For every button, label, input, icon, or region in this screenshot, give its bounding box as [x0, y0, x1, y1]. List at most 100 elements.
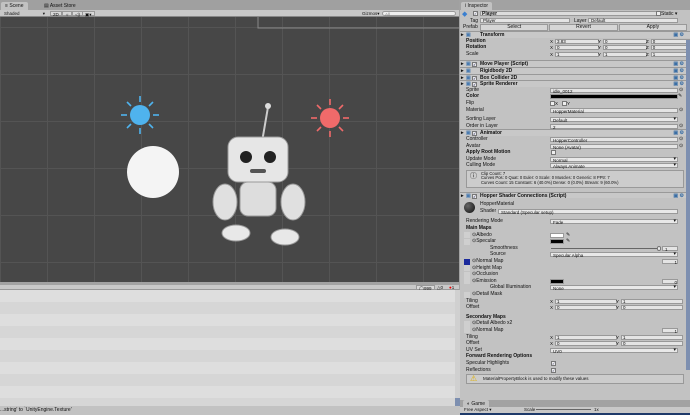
- numeric-value[interactable]: 1: [662, 259, 678, 265]
- field-value-order-in-layer[interactable]: 2: [550, 123, 678, 130]
- axis-y-field[interactable]: Y1: [598, 51, 648, 57]
- x-value[interactable]: 0: [555, 45, 600, 51]
- x-value[interactable]: 1: [555, 334, 618, 340]
- x-value[interactable]: 0: [555, 341, 618, 347]
- component-header-hopper-shader-connections-script[interactable]: ▸ ▣ ✓ Hopper Shader Connections (Script) ▣ ⚙: [460, 191, 690, 200]
- field-value-albedo[interactable]: [550, 232, 564, 238]
- axis-y-field[interactable]: Y0: [598, 45, 648, 51]
- x-value[interactable]: 3.83: [555, 38, 600, 44]
- scale-slider[interactable]: [536, 409, 591, 410]
- eyedropper-icon[interactable]: ✎: [566, 232, 570, 239]
- field-value-sprite[interactable]: idle_0012: [550, 87, 678, 94]
- z-value[interactable]: 1: [650, 51, 690, 57]
- numeric-value[interactable]: 1: [662, 327, 678, 334]
- axis-z-field[interactable]: Z1: [646, 51, 690, 57]
- eyedropper-icon[interactable]: ✎: [678, 93, 682, 100]
- slider-thumb[interactable]: [657, 245, 661, 251]
- object-picker-icon[interactable]: ⊙: [679, 87, 683, 94]
- smoothness-value[interactable]: 1: [662, 245, 678, 252]
- y-value[interactable]: 1: [621, 334, 684, 340]
- texture-slot[interactable]: [464, 265, 470, 272]
- y-value[interactable]: 0: [621, 305, 684, 311]
- axis-x-field[interactable]: X0: [550, 45, 600, 51]
- x-value[interactable]: 0: [555, 305, 618, 311]
- gizmos-dropdown[interactable]: Gizmos▾: [360, 11, 382, 16]
- z-value[interactable]: 0: [650, 45, 690, 51]
- y-value[interactable]: 0: [603, 45, 648, 51]
- y-value[interactable]: 0: [621, 341, 684, 347]
- texture-slot[interactable]: [464, 258, 470, 265]
- checkbox-apply-root-motion[interactable]: [551, 150, 556, 156]
- effects-dropdown[interactable]: ▣▾: [82, 11, 95, 17]
- field-value-avatar[interactable]: None (Avatar): [550, 143, 678, 150]
- slider-track[interactable]: [551, 247, 659, 249]
- help-icon[interactable]: ▣ ⚙: [673, 193, 684, 200]
- x-value[interactable]: 1: [555, 298, 618, 304]
- field-value-rendering-mode[interactable]: Fade: [550, 219, 678, 225]
- tab-asset-store[interactable]: ▤ Asset Store: [40, 2, 80, 10]
- console-log-list[interactable]: [0, 290, 455, 406]
- axis-y-field[interactable]: Y0: [616, 341, 684, 347]
- texture-slot[interactable]: [464, 278, 470, 285]
- texture-slot[interactable]: [464, 271, 470, 278]
- shader-dropdown[interactable]: Standard (Specular setup): [498, 208, 678, 215]
- axis-x-field[interactable]: X 3.83: [550, 38, 600, 44]
- component-enabled-checkbox[interactable]: ✓: [472, 193, 477, 199]
- object-picker-icon[interactable]: ⊙: [679, 136, 683, 143]
- field-value-source[interactable]: Specular Alpha: [550, 252, 678, 258]
- field-value-material[interactable]: HopperMaterial: [550, 107, 678, 114]
- checkbox-reflections[interactable]: ✓: [551, 367, 556, 373]
- status-message[interactable]: ...string' to `UnityEngine.Texture': [0, 407, 72, 413]
- texture-slot[interactable]: [464, 327, 470, 334]
- tag-dropdown[interactable]: Player: [480, 18, 570, 23]
- foldout-arrow-icon[interactable]: ▸: [461, 193, 464, 200]
- lighting-toggle[interactable]: ☼: [62, 11, 73, 17]
- axis-x-field[interactable]: X0: [550, 341, 618, 347]
- checkbox-specular-highlights[interactable]: ✓: [551, 360, 556, 366]
- y-value[interactable]: 1: [621, 298, 684, 304]
- field-value-controller[interactable]: HopperController: [550, 136, 678, 143]
- component-header-rigidbody-2d[interactable]: ▸ ▣ Rigidbody 2D ▣ ⚙: [460, 66, 690, 74]
- field-value-sorting-layer[interactable]: Default: [550, 117, 678, 123]
- y-value[interactable]: 1: [603, 51, 648, 57]
- axis-x-field[interactable]: X1: [550, 51, 600, 57]
- texture-slot[interactable]: [464, 320, 470, 327]
- component-header-box-collider-2d[interactable]: ▸ ▣ ✓ Box Collider 2D ▣ ⚙: [460, 73, 690, 81]
- scene-viewport[interactable]: [0, 17, 459, 282]
- object-name-input[interactable]: Player: [480, 11, 660, 17]
- numeric-value[interactable]: 0: [662, 278, 678, 285]
- prefab-revert-button[interactable]: Revert: [549, 24, 618, 31]
- axis-z-field[interactable]: Z0: [646, 45, 690, 51]
- flip-x-checkbox[interactable]: X: [550, 101, 558, 107]
- x-value[interactable]: 1: [555, 51, 600, 57]
- field-value-uv-set[interactable]: UV0: [550, 347, 678, 354]
- texture-slot[interactable]: [464, 232, 470, 239]
- scene-search-input[interactable]: All: [382, 11, 456, 17]
- texture-slot[interactable]: [464, 291, 470, 298]
- component-header-sprite-renderer[interactable]: ▸ ▣ ✓ Sprite Renderer ▣ ⚙: [460, 80, 690, 88]
- axis-x-field[interactable]: X1: [550, 298, 618, 304]
- field-value-color[interactable]: [550, 94, 678, 100]
- inspector-scrollbar[interactable]: [686, 40, 690, 370]
- component-header-move-player-script[interactable]: ▸ ▣ ✓ Move Player (Script) ▣ ⚙: [460, 60, 690, 68]
- field-value-culling-mode[interactable]: Always Animate: [550, 163, 678, 169]
- axis-x-field[interactable]: X1: [550, 334, 618, 340]
- shading-dropdown[interactable]: Shaded ▾: [2, 11, 47, 16]
- tab-scene[interactable]: ≡ Scene: [1, 2, 28, 10]
- tab-game[interactable]: ◐ Game: [463, 400, 490, 407]
- texture-slot[interactable]: [464, 238, 470, 245]
- emission-color-swatch[interactable]: [550, 278, 564, 284]
- field-value-global-illumination[interactable]: None: [550, 285, 678, 291]
- field-value-update-mode[interactable]: Normal: [550, 156, 678, 163]
- tab-inspector[interactable]: i Inspector: [461, 2, 493, 10]
- component-header-transform[interactable]: ▸ ▣ Transform ▣ ⚙: [460, 31, 690, 38]
- y-value[interactable]: 0: [603, 38, 648, 44]
- flip-y-checkbox[interactable]: Y: [562, 101, 570, 107]
- object-picker-icon[interactable]: ⊙: [679, 143, 683, 150]
- axis-y-field[interactable]: Y0: [598, 38, 648, 44]
- axis-y-field[interactable]: Y1: [616, 334, 684, 340]
- object-picker-icon[interactable]: ⊙: [679, 123, 683, 130]
- axis-y-field[interactable]: Y1: [616, 298, 684, 304]
- prefab-apply-button[interactable]: Apply: [618, 24, 687, 31]
- axis-y-field[interactable]: Y0: [616, 305, 684, 311]
